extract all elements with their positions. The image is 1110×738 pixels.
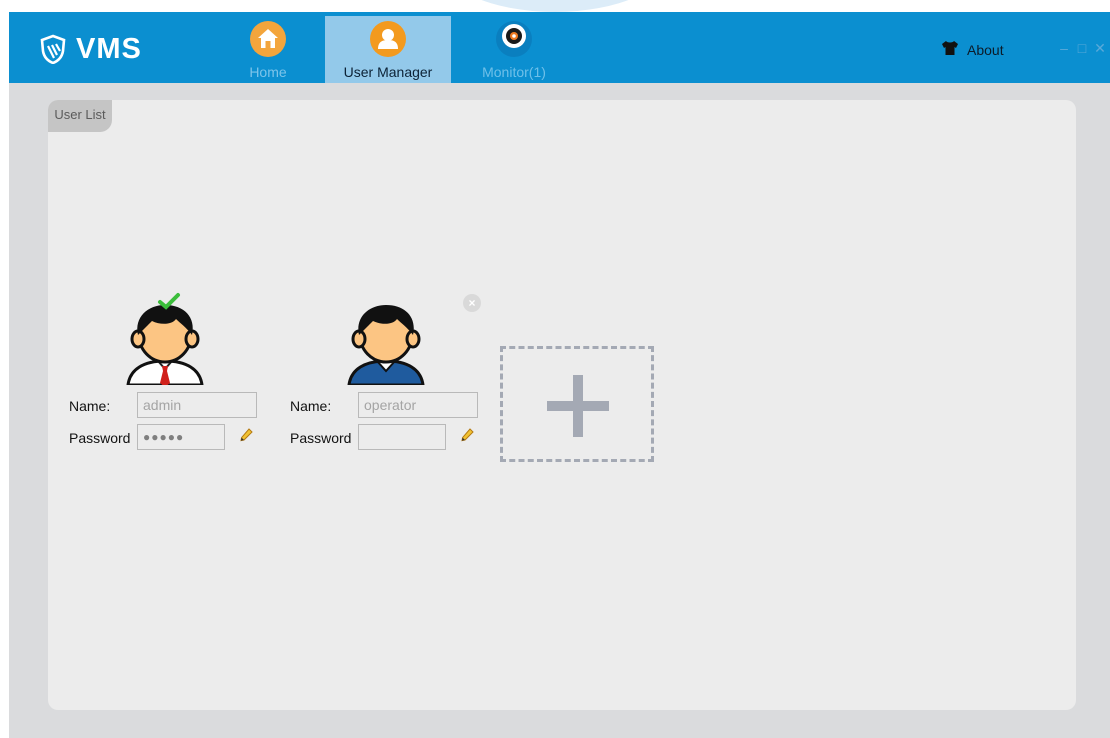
admin-name-field[interactable]: admin bbox=[137, 392, 257, 418]
operator-avatar-icon bbox=[341, 295, 431, 387]
about-label: About bbox=[967, 42, 1004, 58]
vms-logo-icon bbox=[39, 34, 67, 64]
tab-home-label: Home bbox=[249, 64, 287, 80]
admin-password-field[interactable]: ●●●●● bbox=[137, 424, 225, 450]
selected-check-icon bbox=[157, 292, 181, 312]
tab-user-manager[interactable]: User Manager bbox=[325, 16, 451, 83]
top-arc bbox=[440, 0, 670, 12]
title-bar: VMS Home User Manager Monitor(1) About –… bbox=[9, 12, 1110, 83]
user-card-admin[interactable]: Name: admin Password ●●●●● bbox=[65, 292, 265, 460]
close-window-button[interactable]: ✕ bbox=[1093, 39, 1107, 57]
about-button[interactable]: About bbox=[941, 40, 1004, 61]
brand: VMS bbox=[39, 32, 142, 66]
user-list-tab: User List bbox=[48, 100, 112, 132]
operator-name-field[interactable]: operator bbox=[358, 392, 478, 418]
operator-edit-pencil-icon[interactable] bbox=[459, 427, 475, 443]
minimize-button[interactable]: – bbox=[1057, 39, 1071, 57]
operator-password-field[interactable] bbox=[358, 424, 446, 450]
monitor-icon bbox=[496, 21, 532, 57]
maximize-button[interactable]: □ bbox=[1075, 39, 1089, 57]
operator-name-label: Name: bbox=[290, 398, 332, 414]
app-name: VMS bbox=[76, 32, 142, 65]
shirt-icon bbox=[941, 40, 959, 61]
admin-name-label: Name: bbox=[69, 398, 111, 414]
tab-monitor-label: Monitor(1) bbox=[482, 64, 546, 80]
tab-user-manager-label: User Manager bbox=[343, 64, 433, 80]
user-card-operator[interactable]: × Name: operator Password bbox=[286, 294, 486, 460]
admin-password-label: Password bbox=[69, 430, 131, 446]
user-icon bbox=[370, 21, 406, 57]
app-window: VMS Home User Manager Monitor(1) About –… bbox=[9, 12, 1110, 738]
admin-edit-pencil-icon[interactable] bbox=[238, 427, 254, 443]
tab-home[interactable]: Home bbox=[215, 16, 321, 83]
operator-password-label: Password bbox=[290, 430, 352, 446]
home-icon bbox=[250, 21, 286, 57]
tab-monitor[interactable]: Monitor(1) bbox=[461, 16, 567, 83]
top-shade bbox=[0, 0, 1110, 12]
user-list-panel: User List Name: admin Password ●●●●● × N… bbox=[48, 100, 1076, 710]
add-user-button[interactable] bbox=[500, 346, 654, 462]
delete-user-close-icon[interactable]: × bbox=[463, 294, 481, 312]
